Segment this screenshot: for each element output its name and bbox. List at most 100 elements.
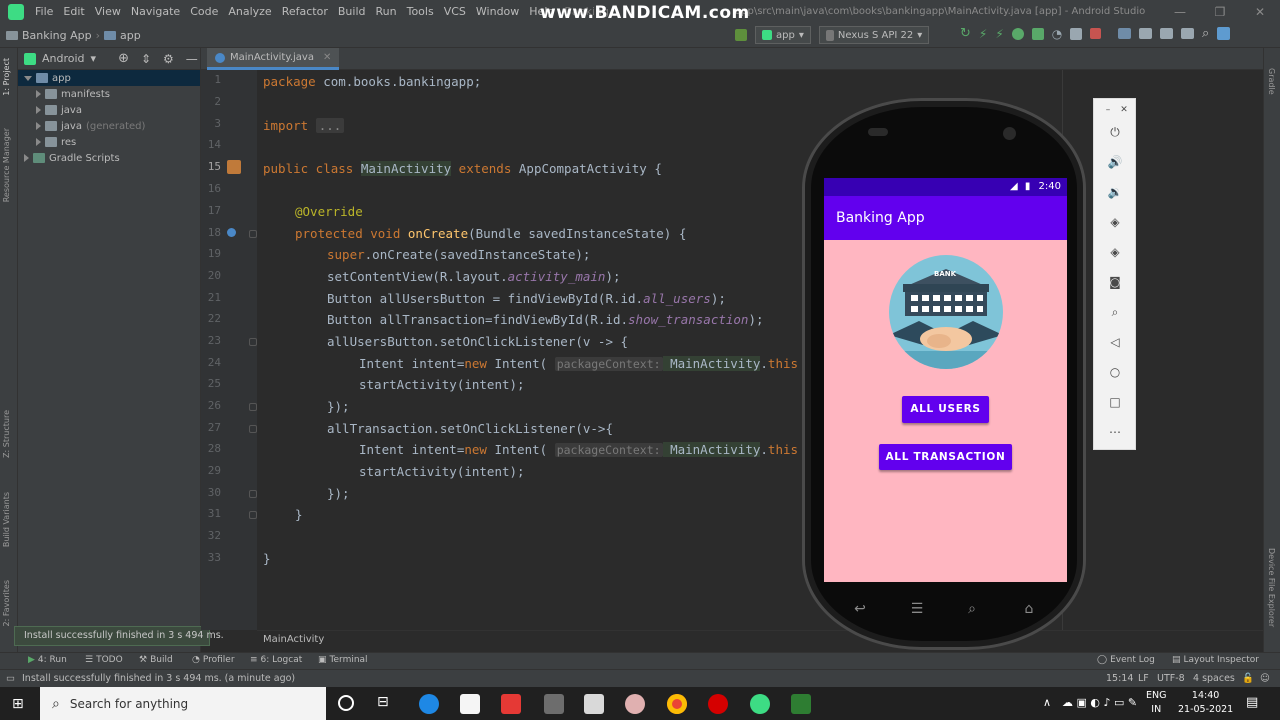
maximize-icon[interactable]: ❐	[1200, 0, 1240, 24]
home-icon[interactable]: ○	[1107, 364, 1123, 380]
menu-edit[interactable]: Edit	[58, 0, 89, 24]
menu-window[interactable]: Window	[471, 0, 524, 24]
back-icon[interactable]: ◁	[1107, 334, 1123, 350]
breadcrumb-module[interactable]: app	[120, 29, 141, 42]
taskbar-search[interactable]: ⌕ Search for anything	[40, 687, 326, 720]
sync-gradle-icon[interactable]	[1118, 28, 1131, 39]
tool-tab-device-file-explorer[interactable]: Device File Explorer	[1267, 548, 1276, 627]
collapsed-arrow-icon[interactable]	[36, 106, 41, 114]
fold-marker-icon[interactable]	[249, 490, 257, 498]
apply-changes-icon[interactable]: ⚡	[979, 27, 987, 41]
tool-tab-project[interactable]: 1: Project	[2, 58, 11, 96]
sdk-manager-icon[interactable]	[1160, 28, 1173, 39]
tool-tab-build[interactable]: ⚒ Build	[139, 655, 173, 665]
avd-manager-icon[interactable]	[1139, 28, 1152, 39]
debug-icon[interactable]	[1011, 27, 1024, 40]
cursor-position[interactable]: 15:14	[1106, 673, 1133, 684]
hide-panel-icon[interactable]: —	[186, 52, 198, 66]
fold-marker-icon[interactable]	[249, 230, 257, 238]
camera-screenshot-icon[interactable]: ◙	[1107, 274, 1123, 290]
device-select[interactable]: Nexus S API 22 ▾	[818, 26, 930, 44]
menu-nav-icon[interactable]: ☰	[906, 602, 928, 616]
emulator-close-icon[interactable]: ✕	[1116, 102, 1132, 118]
collapsed-arrow-icon[interactable]	[36, 90, 41, 98]
overview-icon[interactable]: □	[1107, 394, 1123, 410]
tool-tab-gradle[interactable]: Gradle	[1267, 68, 1276, 95]
status-message[interactable]: Install successfully finished in 3 s 494…	[22, 673, 295, 684]
bandicam-icon[interactable]	[708, 694, 728, 714]
tool-tab-structure[interactable]: Z: Structure	[2, 410, 11, 458]
menu-refactor[interactable]: Refactor	[277, 0, 333, 24]
task-view-icon[interactable]: ⊟	[377, 694, 389, 710]
apply-code-icon[interactable]: ⚡	[995, 27, 1003, 41]
fold-marker-icon[interactable]	[249, 338, 257, 346]
layout-inspector-icon[interactable]	[1181, 28, 1194, 39]
tool-tab-layout-inspector[interactable]: ▤ Layout Inspector	[1172, 655, 1259, 665]
windows-start-icon[interactable]: ⊞	[12, 696, 28, 712]
menu-file[interactable]: File	[30, 0, 58, 24]
volume-up-icon[interactable]: 🔊	[1107, 154, 1123, 170]
run-config-select[interactable]: app ▾	[755, 26, 811, 44]
locate-icon[interactable]: ⊕	[118, 51, 129, 66]
menu-tools[interactable]: Tools	[402, 0, 439, 24]
file-encoding[interactable]: UTF-8	[1157, 673, 1185, 684]
all-users-button[interactable]: ALL USERS	[902, 396, 989, 423]
tree-item-gradle-scripts[interactable]: Gradle Scripts	[18, 150, 200, 166]
menu-view[interactable]: View	[90, 0, 126, 24]
store-icon[interactable]	[460, 694, 480, 714]
project-view-select[interactable]: Android	[42, 52, 85, 65]
sticky-app-icon[interactable]	[544, 694, 564, 714]
account-icon[interactable]	[1217, 27, 1231, 40]
search-icon[interactable]: ⌕	[1202, 26, 1209, 41]
notification-center-icon[interactable]: ▤	[1246, 695, 1258, 710]
clock[interactable]: 14:40 21-05-2021	[1178, 689, 1233, 717]
tray-chevron-icon[interactable]: ∧	[1043, 696, 1051, 709]
edge-browser-icon[interactable]	[419, 694, 439, 714]
editor-breadcrumb[interactable]: MainActivity	[263, 634, 324, 645]
tool-tab-build-variants[interactable]: Build Variants	[2, 492, 11, 547]
tool-tab-terminal[interactable]: ▣ Terminal	[318, 655, 368, 665]
profile-icon[interactable]: ◔	[1052, 27, 1062, 41]
close-icon[interactable]: ✕	[1240, 0, 1280, 24]
gift-app-icon[interactable]	[501, 694, 521, 714]
override-marker-icon[interactable]	[227, 228, 236, 237]
collapsed-arrow-icon[interactable]	[36, 122, 41, 130]
lock-icon[interactable]: 🔓	[1242, 673, 1254, 684]
tab-mainactivity[interactable]: MainActivity.java ✕	[207, 48, 340, 70]
emulator-taskbar-icon[interactable]	[791, 694, 811, 714]
android-activity-marker-icon[interactable]	[227, 160, 241, 174]
power-icon[interactable]: ⏻	[1107, 124, 1123, 140]
fold-marker-icon[interactable]	[249, 511, 257, 519]
all-transaction-button[interactable]: ALL TRANSACTION	[879, 444, 1012, 470]
tool-tab-todo[interactable]: ☰ TODO	[85, 655, 123, 665]
menu-build[interactable]: Build	[333, 0, 371, 24]
fold-marker-icon[interactable]	[249, 403, 257, 411]
tree-item-manifests[interactable]: manifests	[18, 86, 200, 102]
chrome-icon[interactable]	[667, 694, 687, 714]
menu-vcs[interactable]: VCS	[439, 0, 471, 24]
expanded-arrow-icon[interactable]	[24, 75, 32, 81]
more-options-icon[interactable]: ⋯	[1107, 424, 1123, 440]
run-icon[interactable]: ↻	[960, 26, 971, 41]
collapsed-arrow-icon[interactable]	[24, 154, 29, 162]
android-studio-taskbar-icon[interactable]	[750, 694, 770, 714]
menu-run[interactable]: Run	[371, 0, 402, 24]
tree-item-res[interactable]: res	[18, 134, 200, 150]
fold-marker-icon[interactable]	[249, 425, 257, 433]
attach-debugger-icon[interactable]	[1070, 27, 1083, 40]
inspections-icon[interactable]: ☺	[1260, 673, 1270, 684]
indent-setting[interactable]: 4 spaces	[1193, 673, 1235, 684]
install-toast[interactable]: Install successfully finished in 3 s 494…	[14, 626, 224, 646]
menu-navigate[interactable]: Navigate	[126, 0, 185, 24]
close-tab-icon[interactable]: ✕	[323, 52, 331, 63]
status-toggle-icon[interactable]: ▭	[6, 673, 15, 684]
tree-item-java[interactable]: java	[18, 102, 200, 118]
mail-icon[interactable]	[584, 694, 604, 714]
tool-tab-resource-manager[interactable]: Resource Manager	[2, 128, 11, 202]
chevron-down-icon[interactable]: ▾	[91, 52, 97, 65]
menu-code[interactable]: Code	[185, 0, 223, 24]
tree-item-app[interactable]: app	[18, 70, 200, 86]
app-icon[interactable]	[625, 694, 645, 714]
zoom-icon[interactable]: ⌕	[1107, 304, 1123, 320]
tree-item-java-generated[interactable]: java (generated)	[18, 118, 200, 134]
